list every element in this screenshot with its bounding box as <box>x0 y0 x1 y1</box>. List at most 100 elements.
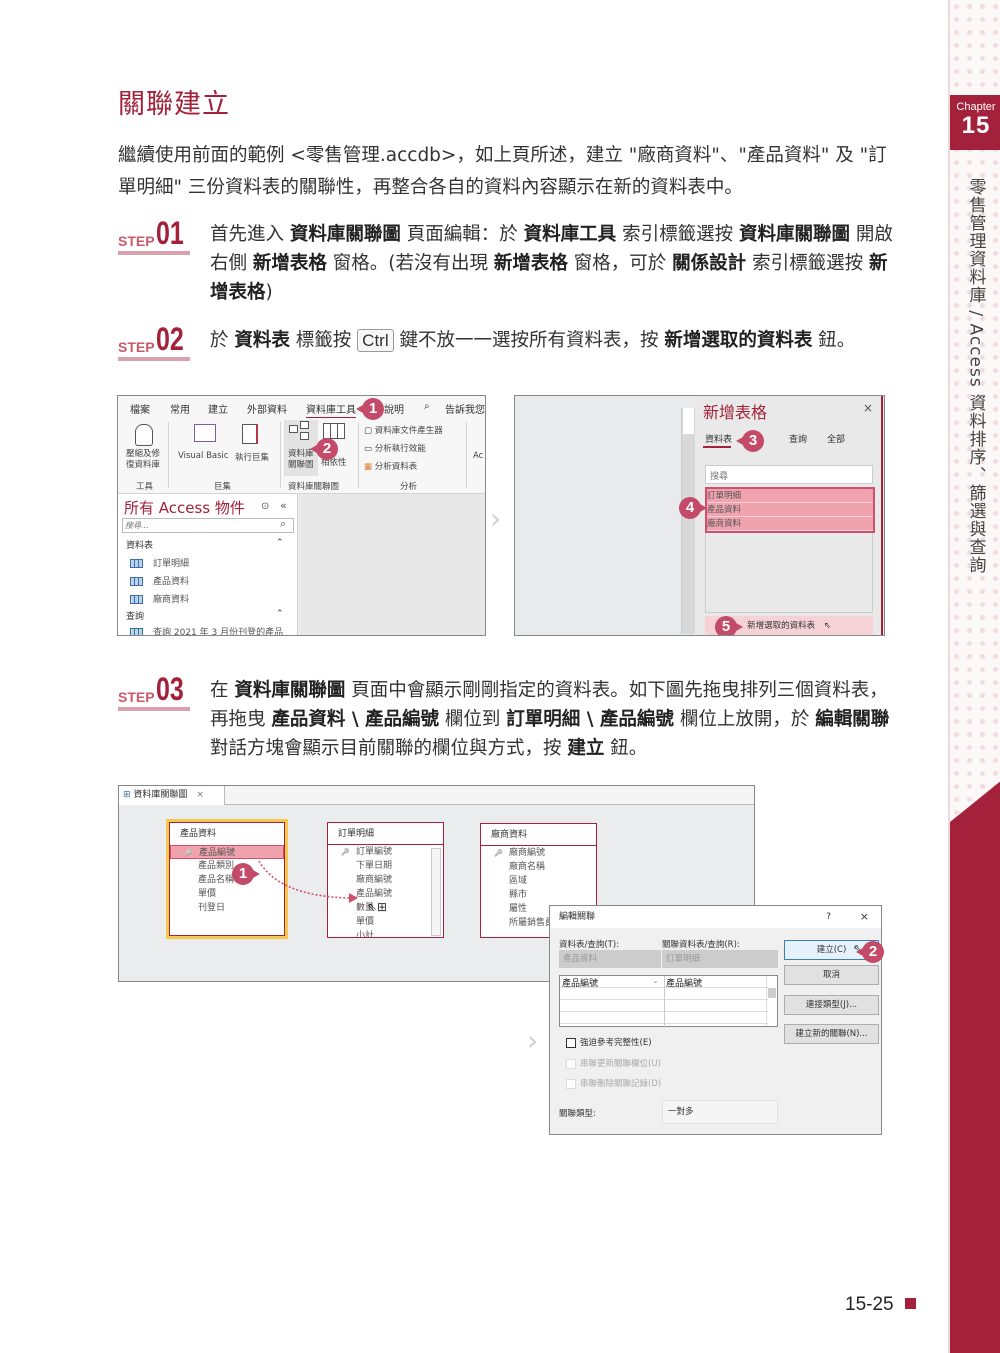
callout-4: 4 <box>679 497 707 519</box>
screenshot-add-tables: 新增表格 × 資料表 連結 查詢 全部 3 搜尋 訂單明細 產品資料 廠商資料 … <box>514 395 885 636</box>
nav-pane-title: 所有 Access 物件 <box>124 499 245 517</box>
database-icon <box>135 424 153 446</box>
help-icon[interactable]: ? <box>826 906 831 928</box>
grid-scrollbar[interactable] <box>766 976 777 1026</box>
page-marker-square <box>904 1298 916 1309</box>
field-item[interactable]: 廠商編號 <box>481 846 596 860</box>
table-query-label: 資料表/查詢(T): <box>559 940 620 950</box>
related-table-label: 關聯資料表/查詢(R): <box>662 940 740 950</box>
close-tab-icon[interactable]: × <box>196 790 204 800</box>
list-item[interactable]: 訂單明細 <box>707 489 873 503</box>
field-item[interactable]: 廠商名稱 <box>481 860 596 874</box>
screenshot-ribbon: 檔案 常用 建立 外部資料 資料庫工具 說明 ⌕ 告訴我您 1 壓縮及修 復資料庫… <box>117 395 486 636</box>
pane-search-input[interactable]: 搜尋 <box>705 465 873 484</box>
step-text: 首先進入 資料庫關聯圖 頁面編輯：於 資料庫工具 索引標籤選按 資料庫關聯圖 開… <box>210 224 893 303</box>
cursor-icon: ⇖ <box>823 621 831 631</box>
relation-type-value: 一對多 <box>662 1100 778 1124</box>
tab-external-data[interactable]: 外部資料 <box>247 401 287 416</box>
field-item[interactable]: 區域 <box>481 874 596 888</box>
create-new-button[interactable]: 建立新的關聯(N)... <box>784 1024 879 1044</box>
tab-relationships-document[interactable]: ⊞ 資料庫關聯圖 × <box>119 786 225 805</box>
tab-queries[interactable]: 查詢 <box>789 432 807 445</box>
tab-create[interactable]: 建立 <box>208 401 228 416</box>
step-badge: STEP 02 <box>118 321 190 361</box>
chapter-number: 15 <box>961 112 991 139</box>
related-table-select[interactable]: 訂單明細 <box>662 950 778 968</box>
workspace-area <box>299 494 485 635</box>
table-icon <box>130 577 143 586</box>
nav-search-input[interactable]: 搜尋... <box>122 518 294 533</box>
query-icon <box>130 628 143 635</box>
search-icon: ⌕ <box>424 401 430 412</box>
analyze-table-button[interactable]: ▦ 分析資料表 <box>364 460 417 472</box>
step-01: STEP 01 首先進入 資料庫關聯圖 頁面編輯：於 資料庫工具 索引標籤選按 資… <box>118 215 898 307</box>
group-label-tools: 工具 <box>136 482 154 492</box>
table-query-select[interactable]: 產品資料 <box>559 950 661 968</box>
step-02: STEP 02 於 資料表 標籤按 Ctrl 鍵不放一一選按所有資料表，按 新增選… <box>118 321 898 361</box>
nav-table-item[interactable]: 廠商資料 <box>130 592 189 605</box>
right-field-cell[interactable]: 產品編號 <box>666 976 702 989</box>
chevron-down-icon[interactable]: ⌄ <box>652 976 659 985</box>
collapse-pane-icon[interactable]: « <box>280 499 287 512</box>
search-icon[interactable]: ⌕ <box>280 517 286 531</box>
step-badge: STEP 03 <box>118 671 190 711</box>
list-item[interactable]: 廠商資料 <box>707 517 873 531</box>
field-mapping-grid: 產品編號 ⌄ 產品編號 <box>559 975 778 1028</box>
tab-home[interactable]: 常用 <box>170 401 190 416</box>
step-03: STEP 03 在 資料庫關聯圖 頁面中會顯示剛剛指定的資料表。如下圖先拖曳排列三… <box>118 671 898 763</box>
field-item[interactable]: 縣市 <box>481 888 596 902</box>
close-icon[interactable]: × <box>860 906 869 928</box>
macro-icon <box>242 424 258 444</box>
chapter-vertical-title: 零售管理資料庫 / Access 資料排序、篩選與查詢 <box>965 178 986 575</box>
relationships-icon: ⊞ <box>123 790 131 800</box>
drag-cursor-icon: ⇖⊞ <box>367 900 388 914</box>
tab-database-tools[interactable]: 資料庫工具 <box>306 401 356 419</box>
group-label-analyze: 分析 <box>400 482 418 492</box>
table-icon <box>130 559 143 568</box>
tab-all[interactable]: 全部 <box>827 432 845 445</box>
ctrl-key: Ctrl <box>357 329 394 352</box>
table-icon <box>130 595 143 604</box>
callout-5: 5 <box>715 616 743 635</box>
field-item[interactable]: 單價 <box>328 915 443 929</box>
callout-3: 3 <box>736 430 764 452</box>
join-type-button[interactable]: 連接類型(J)... <box>784 995 879 1015</box>
group-label-macro: 巨集 <box>214 482 232 492</box>
documenter-button[interactable]: ▢ 資料庫文件產生器 <box>364 424 443 436</box>
chapter-sidebar: Chapter 15 零售管理資料庫 / Access 資料排序、篩選與查詢 <box>948 0 1000 1353</box>
enforce-integrity-checkbox[interactable]: 強迫參考完整性(E) <box>566 1036 652 1048</box>
cascade-delete-checkbox[interactable]: 串聯刪除關聯記錄(D) <box>566 1077 661 1089</box>
field-item[interactable]: 小計 <box>328 929 443 937</box>
nav-section-queries[interactable]: 查詢 ⌃ <box>126 609 284 622</box>
tab-tables[interactable]: 資料表 <box>705 432 732 445</box>
callout-1: 1 <box>232 863 260 885</box>
dialog-title: 編輯關聯 <box>559 912 596 922</box>
callout-2: 2 <box>856 941 884 963</box>
callout-1: 1 <box>356 398 384 420</box>
nav-table-item[interactable]: 產品資料 <box>130 574 189 587</box>
cancel-button[interactable]: 取消 <box>784 965 879 985</box>
nav-table-item[interactable]: 訂單明細 <box>130 556 189 569</box>
left-field-cell[interactable]: 產品編號 <box>562 976 598 989</box>
nav-section-tables[interactable]: 資料表 ⌃ <box>126 538 284 551</box>
field-scrollbar[interactable] <box>431 848 441 936</box>
nav-query-item[interactable]: 查詢 2021 年 3 月份刊登的產品 <box>130 625 283 635</box>
cascade-update-checkbox[interactable]: 串聯更新關聯欄位(U) <box>566 1057 661 1069</box>
ribbon-body: 壓縮及修 復資料庫 工具 Visual Basic 執行巨集 巨集 資料庫 關聯圖 … <box>118 418 485 494</box>
intro-paragraph: 繼續使用前面的範例 <零售管理.accdb>，如上頁所述，建立 "廠商資料"、"… <box>118 145 887 198</box>
step-text: 於 資料表 標籤按 Ctrl 鍵不放一一選按所有資料表，按 新增選取的資料表 鈕… <box>210 329 856 352</box>
drag-arrow <box>258 860 358 903</box>
vertical-scrollbar[interactable] <box>681 408 695 634</box>
tab-file[interactable]: 檔案 <box>130 401 150 416</box>
analyze-performance-button[interactable]: ▭ 分析執行效能 <box>364 442 426 454</box>
close-icon[interactable]: × <box>863 401 873 415</box>
arrow-next-icon: › <box>527 1024 539 1057</box>
table-grid-icon <box>323 423 345 439</box>
step-badge: STEP 01 <box>118 215 190 255</box>
list-item[interactable]: 產品資料 <box>707 503 873 517</box>
tell-me-box[interactable]: 告訴我您 <box>445 401 485 416</box>
group-label-relationships: 資料庫關聯圖 <box>288 482 340 492</box>
tab-help[interactable]: 說明 <box>384 401 404 416</box>
dropdown-icon[interactable]: ⊙ <box>261 501 269 512</box>
table-list: 訂單明細 產品資料 廠商資料 <box>705 487 875 613</box>
